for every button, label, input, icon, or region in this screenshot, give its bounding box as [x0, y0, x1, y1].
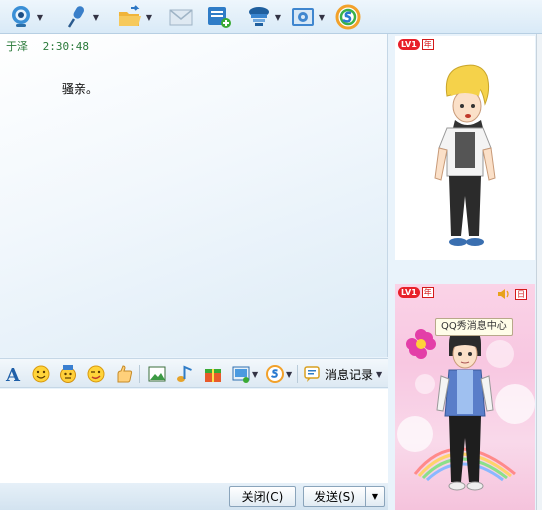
- message-sender: 于泽: [6, 40, 28, 53]
- toolbar-divider: [139, 365, 140, 383]
- chevron-down-icon[interactable]: ▼: [317, 13, 327, 22]
- remote-assist-button[interactable]: ▼: [246, 4, 283, 30]
- create-group-icon: [208, 7, 231, 28]
- chevron-down-icon[interactable]: ▼: [144, 13, 154, 22]
- app-settings-button[interactable]: ▼: [290, 4, 327, 30]
- emoticon-button[interactable]: [31, 363, 51, 385]
- send-file-button[interactable]: ▼: [117, 4, 154, 30]
- soso-button[interactable]: ▼: [265, 363, 292, 385]
- image-button[interactable]: ▼: [231, 363, 258, 385]
- peer-avatar-figure: [434, 64, 496, 246]
- chevron-down-icon[interactable]: ▼: [376, 370, 382, 379]
- chevron-down-icon[interactable]: ▼: [286, 370, 292, 379]
- day-badge: 日: [515, 289, 527, 300]
- my-qq-show-card[interactable]: LV1 年 日 QQ秀消息中心: [395, 284, 535, 510]
- my-level: LV1: [398, 287, 420, 298]
- input-toolbar: A ▼ ▼ 消息记录 ▼: [0, 358, 388, 388]
- video-call-button[interactable]: ▼: [8, 4, 45, 30]
- close-button[interactable]: 关闭(C): [229, 486, 296, 507]
- message-header: 于泽 2:30:48: [6, 38, 89, 54]
- voice-call-icon: [67, 6, 84, 28]
- peer-qq-show-card[interactable]: LV1 年: [395, 36, 535, 260]
- qq-show-message-center-tooltip[interactable]: QQ秀消息中心: [435, 318, 513, 336]
- wink-icon: [87, 365, 105, 383]
- gift-icon: [205, 369, 221, 382]
- create-group-button[interactable]: [206, 4, 232, 30]
- chevron-down-icon[interactable]: ▼: [91, 13, 101, 22]
- send-button[interactable]: 发送(S): [303, 486, 365, 507]
- send-email-button[interactable]: [168, 4, 194, 30]
- message-history-button[interactable]: 消息记录 ▼: [302, 363, 382, 385]
- music-icon: [177, 365, 192, 382]
- send-bar: 关闭(C) 发送(S) ▼: [0, 483, 388, 510]
- image-icon: [232, 366, 250, 383]
- smiley-icon: [32, 365, 50, 383]
- soso-icon: [266, 365, 284, 383]
- nudge-button[interactable]: [114, 363, 134, 385]
- font-icon: A: [5, 365, 21, 384]
- font-button[interactable]: A: [4, 363, 24, 385]
- my-year-badge: 年: [421, 287, 434, 298]
- message-input-area[interactable]: [0, 389, 388, 483]
- video-call-icon: [12, 6, 30, 27]
- send-file-icon: [119, 5, 141, 26]
- magic-emoticon-icon: [60, 365, 76, 383]
- toolbar-divider: [297, 365, 298, 383]
- message-history-area[interactable]: 于泽 2:30:48 骚亲。: [0, 34, 388, 357]
- music-button[interactable]: [175, 363, 195, 385]
- window-edge-scrollbar[interactable]: [536, 34, 542, 510]
- app-settings-icon: [292, 8, 314, 26]
- magic-emoticon-button[interactable]: [58, 363, 78, 385]
- chevron-down-icon[interactable]: ▼: [273, 13, 283, 22]
- soso-search-icon: [335, 4, 361, 30]
- wink-button[interactable]: [86, 363, 106, 385]
- gift-button[interactable]: [203, 363, 223, 385]
- speaker-icon[interactable]: [497, 288, 511, 300]
- chevron-down-icon[interactable]: ▼: [35, 13, 45, 22]
- screenshot-icon: [148, 366, 166, 382]
- svg-text:A: A: [5, 365, 21, 384]
- qq-show-panel: LV1 年 LV1 年 日 QQ秀消息中心: [389, 34, 542, 510]
- remote-assist-icon: [249, 7, 269, 26]
- message-text: 骚亲。: [62, 82, 99, 96]
- history-icon: [304, 366, 320, 382]
- chat-toolbar: ▼ ▼ ▼ ▼ ▼: [0, 0, 542, 34]
- message-history-label: 消息记录: [325, 367, 374, 382]
- chevron-down-icon: ▼: [371, 492, 379, 501]
- screenshot-button[interactable]: [147, 363, 167, 385]
- voice-call-button[interactable]: ▼: [64, 4, 101, 30]
- soso-search-button[interactable]: [335, 4, 361, 30]
- my-level-badge: LV1 年: [398, 287, 434, 298]
- send-email-icon: [169, 9, 193, 26]
- chevron-down-icon[interactable]: ▼: [252, 370, 258, 379]
- message-time: 2:30:48: [42, 40, 89, 53]
- nudge-icon: [117, 365, 133, 383]
- send-options-button[interactable]: ▼: [365, 486, 385, 507]
